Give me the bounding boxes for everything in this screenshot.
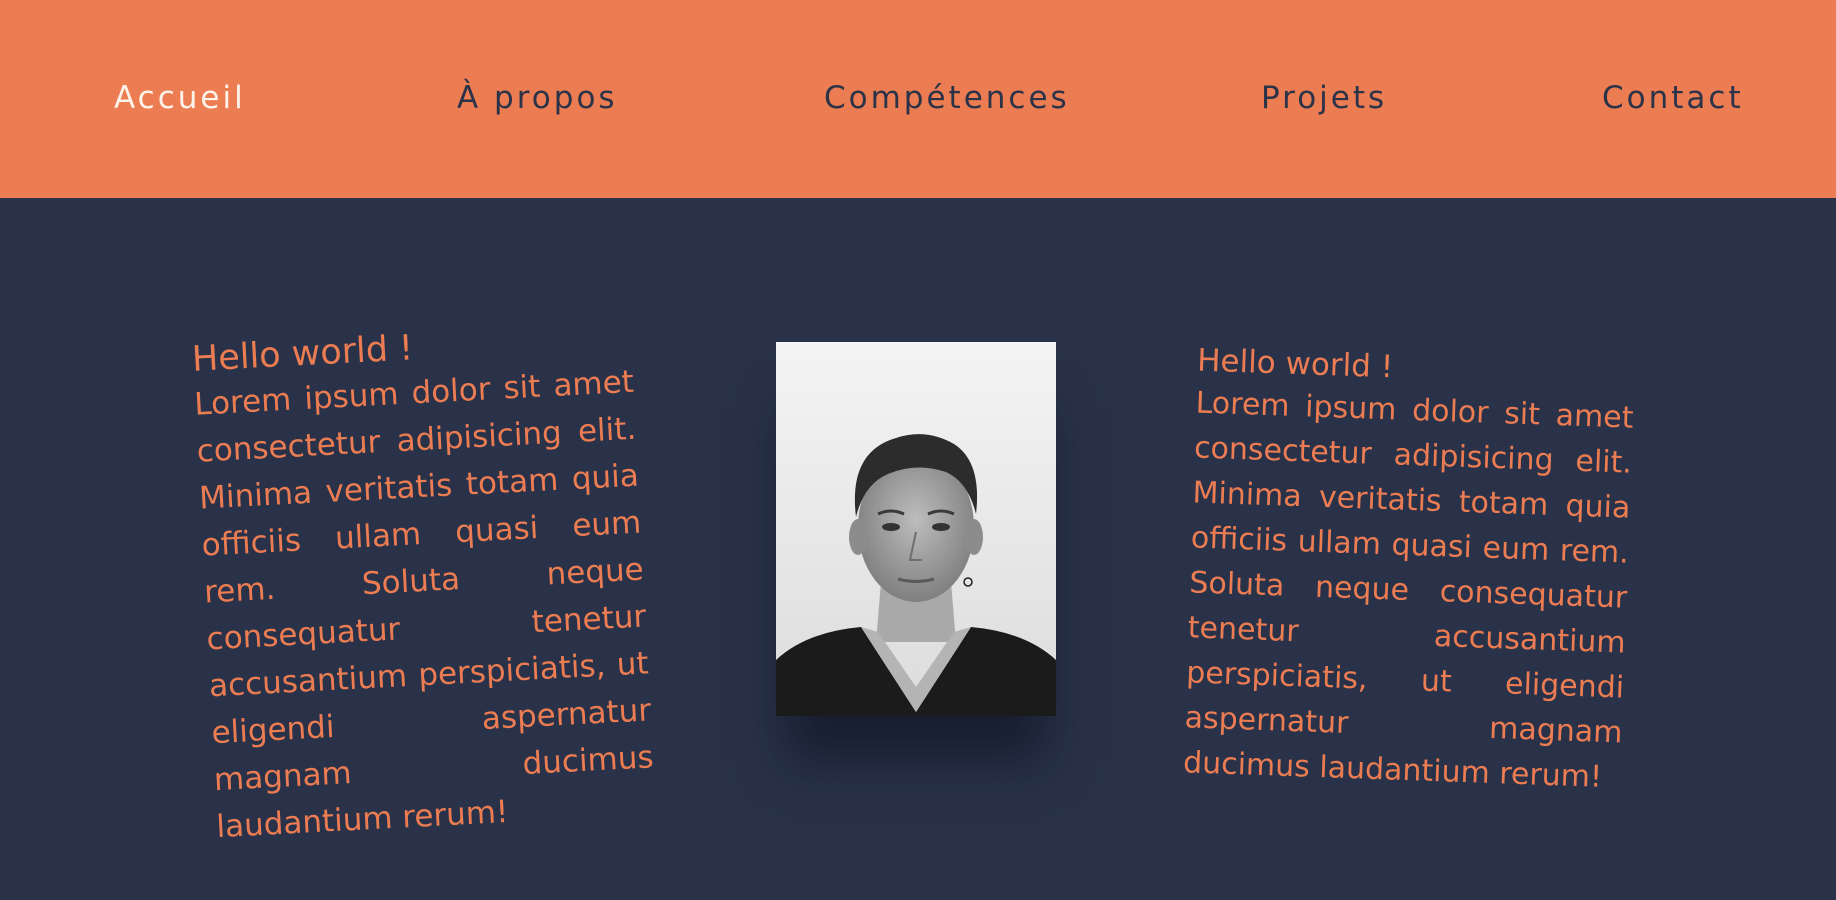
nav-link-accueil[interactable]: Accueil (114, 80, 246, 116)
navbar: Accueil À propos Compétences Projets Con… (0, 0, 1836, 198)
nav-link-contact[interactable]: Contact (1602, 80, 1744, 116)
portrait-image (776, 342, 1056, 716)
intro-text-right: Hello world ! Lorem ipsum dolor sit amet… (1182, 340, 1635, 800)
intro-text-left: Hello world ! Lorem ipsum dolor sit amet… (191, 315, 657, 851)
nav-link-competences[interactable]: Compétences (824, 80, 1070, 116)
nav-link-a-propos[interactable]: À propos (457, 80, 618, 116)
nav-link-projets[interactable]: Projets (1261, 80, 1387, 116)
hero-section: Hello world ! Lorem ipsum dolor sit amet… (0, 198, 1836, 900)
profile-photo (776, 342, 1056, 716)
intro-paragraph: Lorem ipsum dolor sit amet consectetur a… (193, 363, 655, 846)
intro-paragraph: Lorem ipsum dolor sit amet consectetur a… (1182, 385, 1635, 795)
